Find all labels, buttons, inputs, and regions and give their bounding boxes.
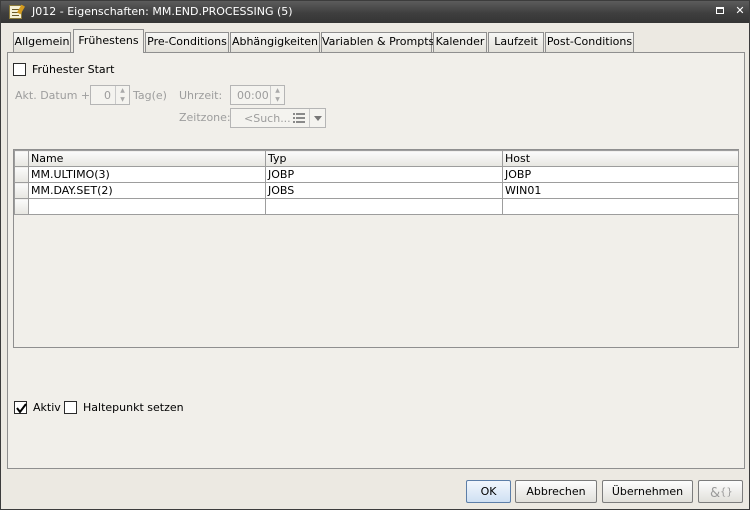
list-icon[interactable] xyxy=(293,113,305,123)
cell-host[interactable]: WIN01 xyxy=(502,182,739,199)
cancel-button[interactable]: Abbrechen xyxy=(515,480,597,503)
active-label: Aktiv xyxy=(33,401,61,414)
spin-down-icon[interactable]: ▼ xyxy=(271,95,284,104)
tab-allgemein[interactable]: Allgemein xyxy=(13,32,71,52)
cell-name[interactable]: MM.DAY.SET(2) xyxy=(28,182,266,199)
window-title: J012 - Eigenschaften: MM.END.PROCESSING … xyxy=(32,5,293,18)
spin-up-icon[interactable]: ▲ xyxy=(271,86,284,95)
cell-typ[interactable] xyxy=(265,198,503,215)
row-header[interactable] xyxy=(14,166,29,183)
timezone-combobox[interactable]: <Such... xyxy=(230,108,326,128)
tab-pre-conditions[interactable]: Pre-Conditions xyxy=(145,32,229,52)
tab-abhaengigkeiten[interactable]: Abhängigkeiten xyxy=(230,32,320,52)
title-bar: J012 - Eigenschaften: MM.END.PROCESSING … xyxy=(1,1,749,23)
cell-name[interactable]: MM.ULTIMO(3) xyxy=(28,166,266,183)
maximize-icon xyxy=(716,7,724,14)
time-spinner[interactable]: 00:00 ▲ ▼ xyxy=(230,85,285,105)
close-button[interactable]: ✕ xyxy=(734,5,746,17)
tab-laufzeit[interactable]: Laufzeit xyxy=(488,32,544,52)
table-row[interactable]: MM.DAY.SET(2) JOBS WIN01 xyxy=(14,182,739,199)
cell-host[interactable] xyxy=(502,198,739,215)
object-properties-icon xyxy=(9,5,22,19)
cell-host[interactable]: JOBP xyxy=(502,166,739,183)
column-header-host[interactable]: Host xyxy=(502,150,739,167)
date-unit-label: Tag(e) xyxy=(133,89,167,102)
table-header-row: Name Typ Host xyxy=(14,150,739,167)
tab-variablen-prompts[interactable]: Variablen & Prompts xyxy=(321,32,434,52)
checkmark-icon xyxy=(16,403,27,414)
spin-up-icon[interactable]: ▲ xyxy=(116,86,129,95)
cell-name[interactable] xyxy=(28,198,266,215)
cell-typ[interactable]: JOBP xyxy=(265,166,503,183)
earliest-start-checkbox[interactable] xyxy=(13,63,26,76)
tab-kalender[interactable]: Kalender xyxy=(433,32,487,52)
date-offset-spinner[interactable]: 0 ▲ ▼ xyxy=(90,85,130,105)
cell-typ[interactable]: JOBS xyxy=(265,182,503,199)
date-offset-value: 0 xyxy=(104,89,111,102)
properties-dialog: J012 - Eigenschaften: MM.END.PROCESSING … xyxy=(0,0,750,510)
help-icon: & {} xyxy=(710,486,733,501)
tab-fruehestens[interactable]: Frühestens xyxy=(73,29,144,53)
breakpoint-label: Haltepunkt setzen xyxy=(83,401,184,414)
column-header-typ[interactable]: Typ xyxy=(265,150,503,167)
dependency-table-container: Name Typ Host MM.ULTIMO(3) JOBP JOBP MM.… xyxy=(13,149,739,348)
timezone-placeholder: <Such... xyxy=(244,112,291,125)
spin-down-icon[interactable]: ▼ xyxy=(116,95,129,104)
row-header-corner xyxy=(14,150,29,167)
ok-button[interactable]: OK xyxy=(466,480,511,503)
tab-post-conditions[interactable]: Post-Conditions xyxy=(545,32,634,52)
table-row[interactable]: MM.ULTIMO(3) JOBP JOBP xyxy=(14,166,739,183)
chevron-down-icon[interactable] xyxy=(309,109,325,127)
table-row-empty[interactable] xyxy=(14,198,739,215)
maximize-button[interactable] xyxy=(714,5,726,17)
spinner-arrows[interactable]: ▲ ▼ xyxy=(270,86,284,104)
svg-text:&: & xyxy=(710,486,720,501)
row-header[interactable] xyxy=(14,182,29,199)
timezone-label: Zeitzone: xyxy=(179,111,231,124)
breakpoint-checkbox[interactable] xyxy=(64,401,77,414)
column-header-name[interactable]: Name xyxy=(28,150,266,167)
time-value: 00:00 xyxy=(237,89,269,102)
help-button[interactable]: & {} xyxy=(698,480,743,503)
earliest-start-label: Frühester Start xyxy=(32,63,115,76)
active-checkbox[interactable] xyxy=(14,401,27,414)
apply-button[interactable]: Übernehmen xyxy=(602,480,693,503)
date-offset-label: Akt. Datum +: xyxy=(15,89,94,102)
svg-text:{}: {} xyxy=(720,487,733,498)
spinner-arrows[interactable]: ▲ ▼ xyxy=(115,86,129,104)
row-header[interactable] xyxy=(14,198,29,215)
time-label: Uhrzeit: xyxy=(179,89,223,102)
dependency-table: Name Typ Host MM.ULTIMO(3) JOBP JOBP MM.… xyxy=(14,150,739,215)
